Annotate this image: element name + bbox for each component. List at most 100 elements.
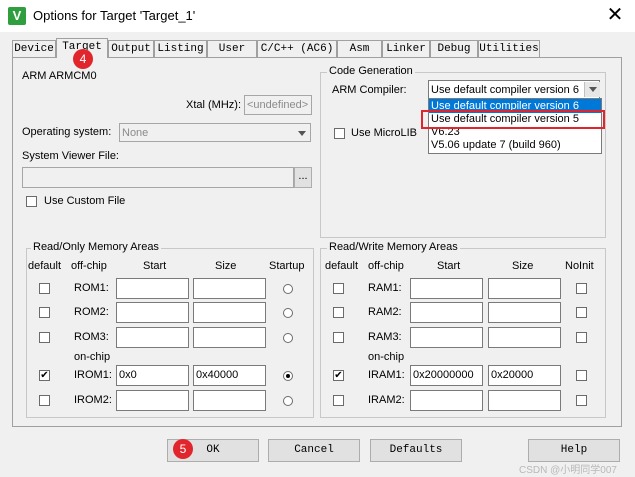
rw-default-checkbox[interactable]	[333, 283, 344, 294]
chevron-down-icon	[298, 131, 306, 136]
defaults-button[interactable]: Defaults	[370, 439, 462, 462]
ro-start-input[interactable]	[116, 327, 189, 348]
ro-header-default: default	[28, 260, 62, 272]
rw-size-input[interactable]	[488, 278, 561, 299]
ro-onchip-label: on-chip	[74, 351, 111, 363]
arm-compiler-label: ARM Compiler:	[332, 84, 407, 96]
rw-region-label: RAM1:	[368, 282, 402, 294]
rw-onchip-label: on-chip	[368, 351, 405, 363]
rw-size-input[interactable]	[488, 390, 561, 411]
ro-region-label: ROM3:	[74, 331, 109, 343]
annotation-badge-5: 5	[173, 439, 193, 459]
ro-startup-radio[interactable]	[283, 308, 293, 318]
rw-region-label: IRAM1:	[368, 369, 405, 381]
rw-start-input[interactable]	[410, 302, 483, 323]
rw-size-input[interactable]	[488, 327, 561, 348]
ro-start-input[interactable]	[116, 302, 189, 323]
window-title: Options for Target 'Target_1'	[33, 8, 196, 23]
ro-region-label: ROM2:	[74, 306, 109, 318]
rw-memory-title: Read/Write Memory Areas	[327, 241, 460, 253]
close-icon[interactable]: ✕	[600, 2, 630, 28]
rw-size-input[interactable]	[488, 302, 561, 323]
custom-file-checkbox[interactable]	[26, 196, 37, 207]
rw-region-label: RAM2:	[368, 306, 402, 318]
cancel-button[interactable]: Cancel	[268, 439, 360, 462]
tab-asm[interactable]: Asm	[337, 40, 382, 57]
svf-input[interactable]	[22, 167, 294, 188]
rw-region-label: IRAM2:	[368, 394, 405, 406]
ro-size-input[interactable]: 0x40000	[193, 365, 266, 386]
watermark: CSDN @小明同学007	[519, 465, 617, 476]
help-button[interactable]: Help	[528, 439, 620, 462]
ro-startup-radio[interactable]	[283, 333, 293, 343]
rw-start-input[interactable]	[410, 327, 483, 348]
rw-header-noinit: NoInit	[565, 260, 594, 272]
ro-size-input[interactable]	[193, 327, 266, 348]
microlib-label: Use MicroLIB	[351, 127, 418, 139]
ro-start-input[interactable]	[116, 390, 189, 411]
ro-startup-radio[interactable]	[283, 371, 293, 381]
arm-compiler-value: Use default compiler version 6	[431, 84, 579, 96]
rw-header-default: default	[325, 260, 359, 272]
rw-default-checkbox[interactable]	[333, 332, 344, 343]
ro-header-start: Start	[143, 260, 167, 272]
tab-device[interactable]: Device	[12, 40, 56, 57]
ro-default-checkbox[interactable]	[39, 307, 50, 318]
ro-default-checkbox[interactable]: ✔	[39, 370, 50, 381]
rw-default-checkbox[interactable]: ✔	[333, 370, 344, 381]
rw-noinit-checkbox[interactable]	[576, 307, 587, 318]
ro-default-checkbox[interactable]	[39, 395, 50, 406]
svf-label: System Viewer File:	[22, 150, 119, 162]
microlib-checkbox[interactable]	[334, 128, 345, 139]
device-name: ARM ARMCM0	[22, 70, 97, 82]
ro-start-input[interactable]	[116, 278, 189, 299]
ro-memory-title: Read/Only Memory Areas	[31, 241, 161, 253]
ro-default-checkbox[interactable]	[39, 283, 50, 294]
ro-start-input[interactable]: 0x0	[116, 365, 189, 386]
tab-user[interactable]: User	[207, 40, 257, 57]
ro-header-size: Size	[215, 260, 237, 272]
tab-listing[interactable]: Listing	[154, 40, 207, 57]
ro-size-input[interactable]	[193, 390, 266, 411]
rw-noinit-checkbox[interactable]	[576, 370, 587, 381]
rw-size-input[interactable]: 0x20000	[488, 365, 561, 386]
rw-noinit-checkbox[interactable]	[576, 395, 587, 406]
rw-start-input[interactable]	[410, 278, 483, 299]
ro-startup-radio[interactable]	[283, 284, 293, 294]
os-select[interactable]: None	[119, 123, 311, 142]
arm-compiler-select[interactable]: Use default compiler version 6	[428, 80, 600, 99]
tab-utilities[interactable]: Utilities	[478, 40, 540, 57]
keil-app-icon: V	[8, 7, 26, 25]
rw-start-input[interactable]: 0x20000000	[410, 365, 483, 386]
ro-default-checkbox[interactable]	[39, 332, 50, 343]
tab-debug[interactable]: Debug	[430, 40, 478, 57]
tab-linker[interactable]: Linker	[382, 40, 430, 57]
rw-noinit-checkbox[interactable]	[576, 283, 587, 294]
ro-startup-radio[interactable]	[283, 396, 293, 406]
rw-start-input[interactable]	[410, 390, 483, 411]
os-select-value: None	[122, 127, 149, 139]
rw-default-checkbox[interactable]	[333, 395, 344, 406]
ro-header-offchip: off-chip	[71, 260, 107, 272]
rw-header-offchip: off-chip	[368, 260, 404, 272]
custom-file-label: Use Custom File	[44, 195, 126, 207]
rw-header-start: Start	[437, 260, 461, 272]
ro-size-input[interactable]	[193, 278, 266, 299]
os-label: Operating system:	[22, 126, 112, 138]
annotation-badge-4: 4	[73, 49, 93, 69]
tab-output[interactable]: Output	[108, 40, 154, 57]
ro-header-startup: Startup	[269, 260, 305, 272]
ro-region-label: IROM2:	[74, 394, 112, 406]
compiler-option[interactable]: V5.06 update 7 (build 960)	[429, 139, 601, 152]
xtal-label: Xtal (MHz):	[186, 99, 241, 111]
svf-browse-button[interactable]: ...	[294, 167, 312, 188]
rw-header-size: Size	[512, 260, 534, 272]
ro-size-input[interactable]	[193, 302, 266, 323]
tab-cpp[interactable]: C/C++ (AC6)	[257, 40, 337, 57]
dropdown-button[interactable]	[584, 82, 600, 97]
rw-default-checkbox[interactable]	[333, 307, 344, 318]
rw-noinit-checkbox[interactable]	[576, 332, 587, 343]
rw-region-label: RAM3:	[368, 331, 402, 343]
xtal-input[interactable]: <undefined>	[244, 95, 312, 115]
ro-region-label: IROM1:	[74, 369, 112, 381]
